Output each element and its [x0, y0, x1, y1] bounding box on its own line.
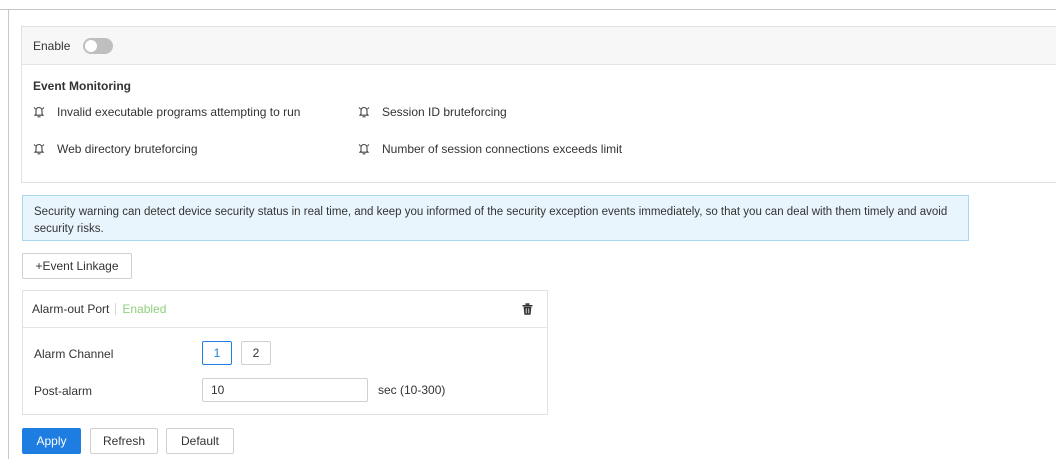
event-label: Web directory bruteforcing [57, 142, 198, 156]
enable-label: Enable [33, 38, 71, 53]
card-title: Alarm-out Port [32, 302, 110, 316]
event-monitoring-title: Event Monitoring [33, 79, 131, 93]
card-status: Enabled [122, 302, 167, 316]
alarm-bell-icon [33, 143, 45, 155]
left-divider [8, 9, 9, 459]
alarm-channel-label: Alarm Channel [34, 347, 114, 361]
default-button[interactable]: Default [166, 428, 234, 454]
post-alarm-label: Post-alarm [34, 384, 93, 398]
toggle-knob [85, 39, 98, 52]
top-divider [0, 9, 1056, 10]
event-item: Session ID bruteforcing [358, 105, 507, 119]
security-warning-panel: Enable Event Monitoring Invalid executab… [21, 26, 1056, 183]
card-header: Alarm-out Port Enabled [23, 291, 547, 328]
trash-icon[interactable] [522, 303, 533, 315]
enable-row: Enable [22, 27, 1056, 65]
post-alarm-unit: sec (10-300) [378, 383, 446, 397]
alarm-channel-2-button[interactable]: 2 [241, 341, 271, 365]
security-notice: Security warning can detect device secur… [22, 195, 969, 241]
alarm-channel-1-button[interactable]: 1 [202, 341, 232, 365]
event-label: Number of session connections exceeds li… [382, 142, 623, 156]
alarm-out-port-card: Alarm-out Port Enabled Alarm Channel 1 2… [22, 290, 548, 415]
alarm-bell-icon [33, 106, 45, 118]
event-item: Invalid executable programs attempting t… [33, 105, 300, 119]
refresh-button[interactable]: Refresh [90, 428, 158, 454]
title-separator [115, 303, 117, 315]
post-alarm-input[interactable] [202, 378, 368, 402]
event-item: Web directory bruteforcing [33, 142, 198, 156]
alarm-bell-icon [358, 143, 370, 155]
alarm-bell-icon [358, 106, 370, 118]
event-label: Invalid executable programs attempting t… [57, 105, 301, 119]
apply-button[interactable]: Apply [22, 428, 81, 454]
add-event-linkage-button[interactable]: +Event Linkage [22, 253, 132, 279]
enable-toggle[interactable] [83, 37, 114, 54]
event-item: Number of session connections exceeds li… [358, 142, 622, 156]
event-label: Session ID bruteforcing [382, 105, 507, 119]
